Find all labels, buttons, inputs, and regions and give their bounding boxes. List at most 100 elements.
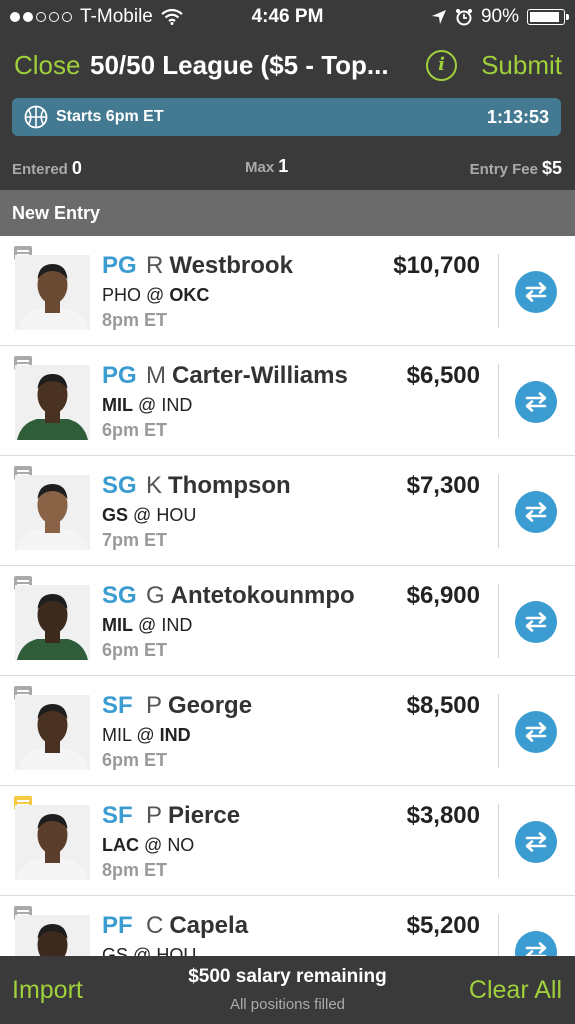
game-time: 6pm ET (102, 750, 168, 770)
info-icon[interactable]: i (426, 50, 457, 81)
at-symbol: @ (138, 615, 157, 635)
home-team: IND (159, 725, 191, 745)
player-salary: $10,700 (393, 252, 480, 279)
player-initial: M (146, 362, 166, 389)
contest-banner-area: Starts 6pm ET 1:13:53 (0, 96, 575, 146)
player-salary: $6,500 (406, 362, 480, 389)
player-name: P George (146, 692, 252, 720)
player-initial: P (146, 692, 163, 719)
game-time: 6pm ET (102, 640, 168, 660)
player-name: M Carter-Williams (146, 362, 348, 390)
player-name: P Pierce (146, 802, 240, 830)
location-arrow-icon (431, 10, 446, 24)
status-right: 90% (431, 6, 569, 28)
alarm-icon (455, 9, 472, 26)
player-photo (15, 475, 90, 550)
swap-player-button[interactable] (515, 491, 557, 533)
row-divider (498, 914, 499, 956)
game-time: 6pm ET (102, 420, 168, 440)
game-time: 8pm ET (102, 310, 168, 330)
submit-button[interactable]: Submit (481, 50, 562, 81)
matchup: MIL @ IND (102, 725, 191, 746)
player-position: PG (102, 252, 137, 279)
swap-arrows-icon (525, 502, 547, 522)
swap-player-button[interactable] (515, 931, 557, 956)
home-team: NO (167, 835, 195, 855)
swap-player-button[interactable] (515, 821, 557, 863)
swap-player-button[interactable] (515, 601, 557, 643)
swap-player-button[interactable] (515, 711, 557, 753)
home-team: HOU (156, 505, 197, 525)
swap-arrows-icon (525, 832, 547, 852)
player-salary: $6,900 (406, 582, 480, 609)
player-row[interactable]: SF P Pierce $3,800 LAC @ NO 8pm ET (0, 786, 575, 896)
player-salary: $7,300 (406, 472, 480, 499)
player-salary: $5,200 (406, 912, 480, 939)
player-row[interactable]: PFCCapela$5,200GS @ HOU7pm ET (0, 896, 575, 956)
player-name: K Thompson (146, 472, 291, 500)
away-team: PHO (102, 285, 142, 305)
player-list[interactable]: PG R Westbrook $10,700 PHO @ OKC 8pm ET PG M Car… (0, 236, 575, 956)
section-header: New Entry (0, 190, 575, 236)
swap-arrows-icon (525, 612, 547, 632)
start-time: Starts 6pm ET (56, 108, 164, 125)
player-position: SF (102, 802, 133, 829)
player-initial: K (146, 472, 163, 499)
swap-player-button[interactable] (515, 381, 557, 423)
page-title: 50/50 League ($5 - Top... (90, 50, 389, 80)
away-team: LAC (102, 835, 139, 855)
player-photo (15, 365, 90, 440)
player-initial: P (146, 802, 163, 829)
row-divider (498, 584, 499, 658)
swap-arrows-icon (525, 282, 547, 302)
matchup: GS @ HOU (102, 945, 196, 956)
home-team: IND (161, 615, 193, 635)
home-team: OKC (169, 285, 210, 305)
player-last-name: Capela (169, 912, 249, 939)
nav-bar: Close 50/50 League ($5 - Top... i Submit (0, 34, 575, 96)
close-button[interactable]: Close (14, 50, 80, 81)
countdown-timer: 1:13:53 (486, 107, 549, 127)
player-row[interactable]: SF P George $8,500 MIL @ IND 6pm ET (0, 676, 575, 786)
at-symbol: @ (133, 945, 152, 956)
matchup: MIL @ IND (102, 615, 192, 636)
player-position: PG (102, 362, 137, 389)
contest-start-banner: Starts 6pm ET 1:13:53 (12, 98, 561, 136)
away-team: GS (102, 945, 129, 956)
row-divider (498, 804, 499, 878)
game-time: 8pm ET (102, 860, 168, 880)
player-initial: C (146, 912, 164, 939)
swap-arrows-icon (525, 392, 547, 412)
matchup: GS @ HOU (102, 505, 196, 526)
away-team: MIL (102, 615, 133, 635)
swap-arrows-icon (525, 722, 547, 742)
at-symbol: @ (133, 505, 152, 525)
at-symbol: @ (144, 835, 163, 855)
battery-icon (527, 9, 569, 25)
matchup: PHO @ OKC (102, 285, 209, 306)
swap-player-button[interactable] (515, 271, 557, 313)
row-divider (498, 254, 499, 328)
row-divider (498, 474, 499, 548)
player-photo (15, 915, 90, 956)
player-position: SG (102, 582, 137, 609)
clear-all-button[interactable]: Clear All (469, 976, 562, 1005)
player-name: G Antetokounmpo (146, 582, 355, 610)
player-row[interactable]: PG R Westbrook $10,700 PHO @ OKC 8pm ET (0, 236, 575, 346)
away-team: MIL (102, 395, 133, 415)
home-team: HOU (156, 945, 197, 956)
entry-fee: Entry Fee $5 (469, 158, 562, 178)
player-last-name: Pierce (168, 802, 241, 829)
player-initial: G (146, 582, 165, 609)
player-name: R Westbrook (146, 252, 293, 280)
footer-bar: Import $500 salary remaining All positio… (0, 956, 575, 1024)
player-photo (15, 255, 90, 330)
player-name: C Capela (146, 912, 248, 940)
player-row[interactable]: SG K Thompson $7,300 GS @ HOU 7pm ET (0, 456, 575, 566)
player-row[interactable]: PG M Carter-Williams $6,500 MIL @ IND 6pm ET (0, 346, 575, 456)
player-position: SG (102, 472, 137, 499)
row-divider (498, 694, 499, 768)
player-row[interactable]: SG G Antetokounmpo $6,900 MIL @ IND 6pm ET (0, 566, 575, 676)
player-position: PF (102, 912, 133, 939)
row-divider (498, 364, 499, 438)
